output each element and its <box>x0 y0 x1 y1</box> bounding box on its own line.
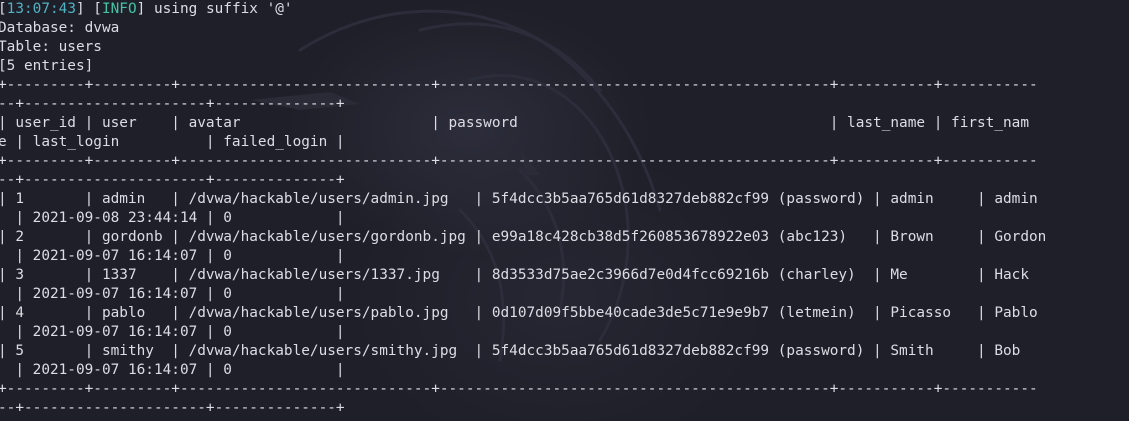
table-name-line: Table: users <box>0 39 102 55</box>
log-line: [13:07:43] [INFO] using suffix '@' <box>0 1 293 17</box>
entries-count-line: [5 entries] <box>0 58 94 74</box>
table-row-wrap: | 2021-09-08 23:44:14 | 0 | <box>0 210 345 226</box>
table-border-header-wrap: --+---------------------+--------------+ <box>0 172 345 188</box>
table-border-top-wrap: --+---------------------+--------------+ <box>0 96 345 112</box>
terminal-output: [13:07:43] [INFO] using suffix '@' Datab… <box>0 0 1046 418</box>
table-row: | 3 | 1337 | /dvwa/hackable/users/1337.j… <box>0 267 1030 283</box>
table-border-bottom-wrap: --+---------------------+--------------+ <box>0 400 345 416</box>
table-header-row: | user_id | user | avatar | password | l… <box>0 115 1030 131</box>
table-row: | 5 | smithy | /dvwa/hackable/users/smit… <box>0 343 1021 359</box>
log-level-info: INFO <box>101 1 137 17</box>
log-message: using suffix '@' <box>145 1 293 17</box>
table-row: | 4 | pablo | /dvwa/hackable/users/pablo… <box>0 305 1038 321</box>
table-row-wrap: | 2021-09-07 16:14:07 | 0 | <box>0 362 345 378</box>
table-border-header: +---------+---------+-------------------… <box>0 153 1038 169</box>
table-border-bottom: +---------+---------+-------------------… <box>0 381 1038 397</box>
table-row: | 1 | admin | /dvwa/hackable/users/admin… <box>0 191 1038 207</box>
table-row-wrap: | 2021-09-07 16:14:07 | 0 | <box>0 324 345 340</box>
table-row: | 2 | gordonb | /dvwa/hackable/users/gor… <box>0 229 1047 245</box>
table-header-row-wrap: e | last_login | failed_login | <box>0 134 345 150</box>
table-border-top: +---------+---------+-------------------… <box>0 77 1038 93</box>
table-row-wrap: | 2021-09-07 16:14:07 | 0 | <box>0 248 345 264</box>
log-timestamp: 13:07:43 <box>6 1 76 17</box>
database-line: Database: dvwa <box>0 20 120 36</box>
table-row-wrap: | 2021-09-07 16:14:07 | 0 | <box>0 286 345 302</box>
terminal-window[interactable]: [13:07:43] [INFO] using suffix '@' Datab… <box>0 0 1129 421</box>
